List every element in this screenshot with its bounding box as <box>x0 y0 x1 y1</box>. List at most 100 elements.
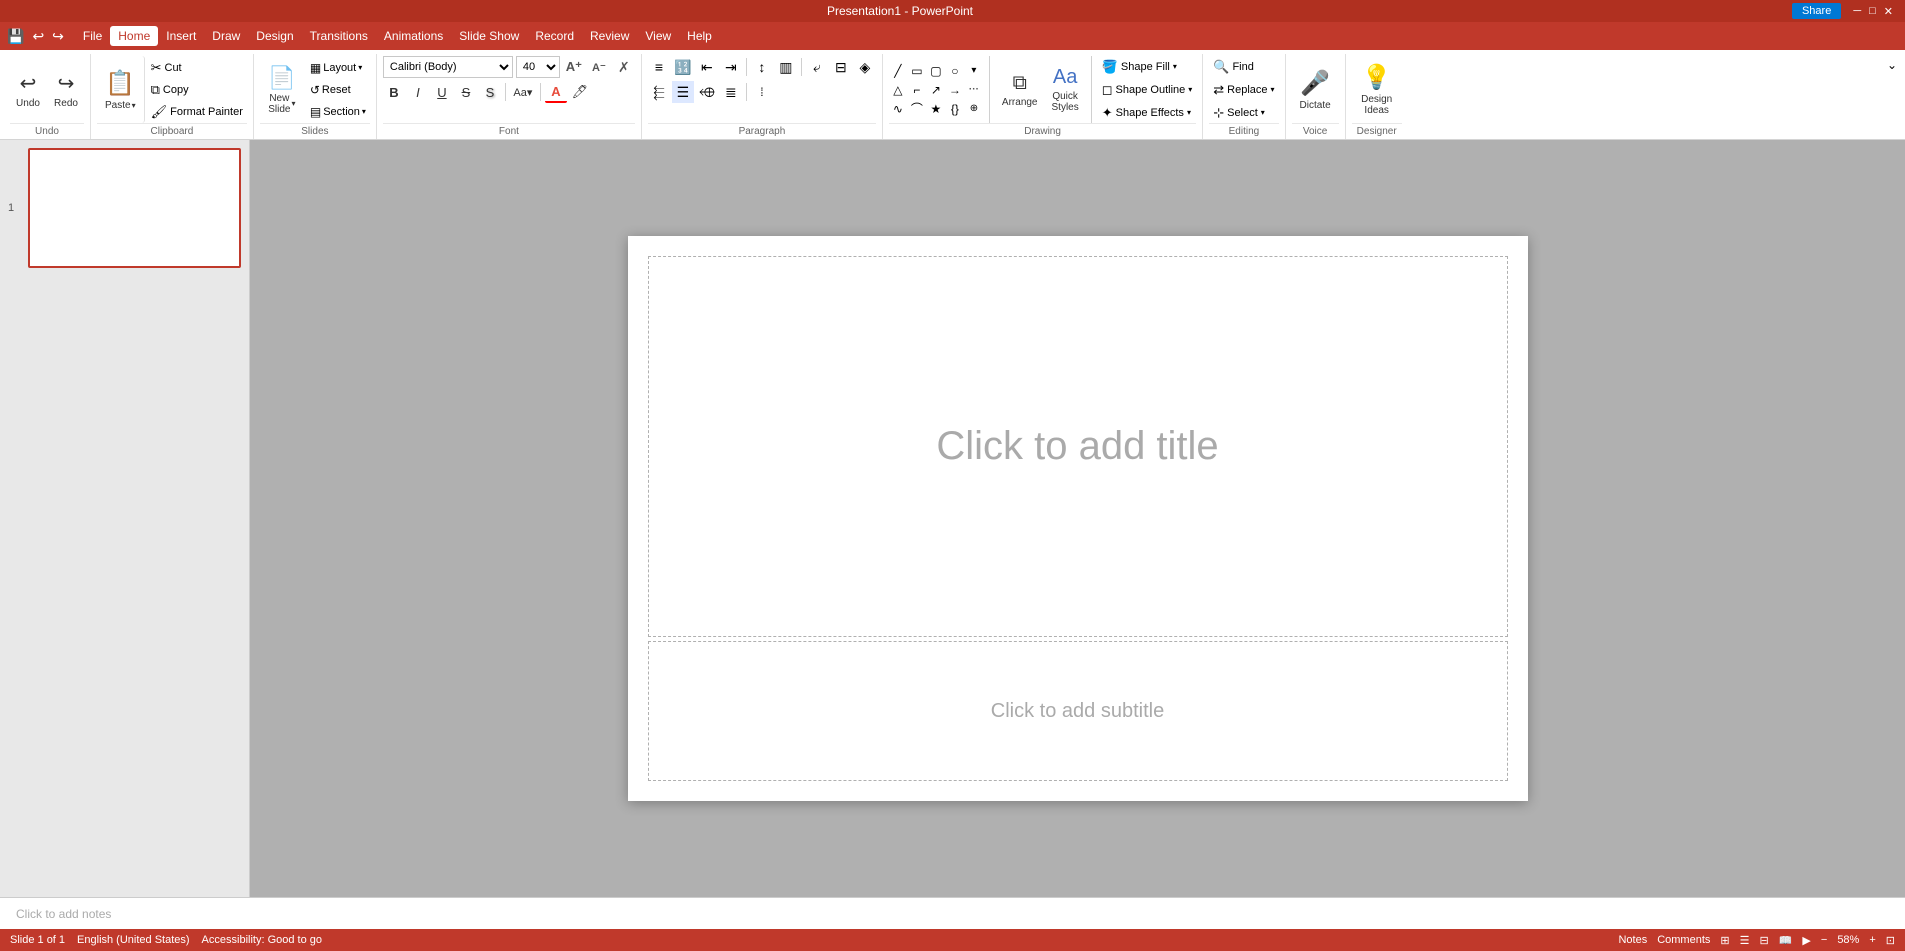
zoom-out-btn[interactable]: − <box>1821 934 1827 946</box>
reset-button[interactable]: ↺ Reset <box>306 81 370 99</box>
replace-button[interactable]: ⇄ Replace ▾ <box>1209 80 1278 100</box>
col-spacing-button[interactable]: ⁞ <box>751 81 773 103</box>
align-left-button[interactable]: ⬱ <box>648 81 670 103</box>
numbering-button[interactable]: 🔢 <box>672 56 694 78</box>
window-minimize[interactable]: ─ <box>1853 5 1861 17</box>
increase-indent-button[interactable]: ⇥ <box>720 56 742 78</box>
cut-button[interactable]: ✂ Cut <box>147 58 247 78</box>
more-shapes[interactable]: ▾ <box>965 62 983 80</box>
slideshow-icon[interactable]: ▶ <box>1802 934 1810 947</box>
rounded-rect-tool[interactable]: ▢ <box>927 62 945 80</box>
share-button[interactable]: Share <box>1792 3 1841 19</box>
menu-item-review[interactable]: Review <box>582 26 637 46</box>
undo-button[interactable]: ↩ Undo <box>10 67 46 113</box>
find-button[interactable]: 🔍 Find <box>1209 57 1278 77</box>
section-button[interactable]: ▤ Section ▾ <box>306 103 370 121</box>
callout-tool[interactable]: ⌐ <box>908 81 926 99</box>
zoom-in-btn[interactable]: + <box>1869 934 1875 946</box>
justify-button[interactable]: ≣ <box>720 81 742 103</box>
menu-item-file[interactable]: File <box>75 26 110 46</box>
shape-effects-button[interactable]: ✦ Shape Effects ▾ <box>1098 103 1197 123</box>
shape-outline-button[interactable]: ◻ Shape Outline ▾ <box>1098 80 1197 100</box>
menu-item-home[interactable]: Home <box>110 26 158 46</box>
menu-item-draw[interactable]: Draw <box>204 26 248 46</box>
more-shapes2[interactable]: ⊕ <box>965 100 983 118</box>
curve-tool[interactable]: ⌒ <box>908 100 926 118</box>
connector-tool[interactable]: ↗ <box>927 81 945 99</box>
fit-slide-btn[interactable]: ⊡ <box>1886 934 1895 947</box>
freeform-tool[interactable]: ∿ <box>889 100 907 118</box>
outline-view-icon[interactable]: ☰ <box>1740 934 1750 947</box>
decrease-indent-button[interactable]: ⇤ <box>696 56 718 78</box>
window-maximize[interactable]: □ <box>1869 5 1876 17</box>
redo-icon[interactable]: ↪ <box>49 26 67 47</box>
menu-item-record[interactable]: Record <box>527 26 582 46</box>
quick-styles-button[interactable]: Aa Quick Styles <box>1046 64 1085 115</box>
menu-item-animations[interactable]: Animations <box>376 26 451 46</box>
menu-item-transitions[interactable]: Transitions <box>302 26 376 46</box>
align-text-button[interactable]: ⊟ <box>830 56 852 78</box>
reading-view-icon[interactable]: 📖 <box>1779 934 1793 947</box>
align-center-button[interactable]: ☰ <box>672 81 694 103</box>
comments-status-btn[interactable]: Comments <box>1657 934 1710 946</box>
bold-button[interactable]: B <box>383 81 405 103</box>
new-slide-button[interactable]: 📄 New Slide ▾ <box>260 56 304 123</box>
slide-title-placeholder[interactable]: Click to add title <box>648 256 1508 637</box>
undo-icon[interactable]: ↩ <box>29 26 47 47</box>
italic-button[interactable]: I <box>407 81 429 103</box>
slide-thumbnail[interactable] <box>28 148 241 268</box>
font-size-select[interactable]: 40 <box>516 56 560 78</box>
format-painter-button[interactable]: 🖌 Format Painter <box>147 102 247 122</box>
shadow-button[interactable]: S <box>479 81 501 103</box>
smartart-button[interactable]: ◈ <box>854 56 876 78</box>
shape-more[interactable]: ··· <box>965 81 983 99</box>
new-slide-icon: 📄 <box>268 65 295 91</box>
bullets-button[interactable]: ≡ <box>648 56 670 78</box>
expand-ribbon-button[interactable]: ⌄ <box>1883 54 1901 76</box>
text-direction-button[interactable]: ⤶ <box>806 56 828 78</box>
align-right-button[interactable]: ⬲ <box>696 81 718 103</box>
slidesorter-icon[interactable]: ⊟ <box>1759 934 1768 947</box>
slide-subtitle-placeholder[interactable]: Click to add subtitle <box>648 641 1508 781</box>
menu-item-design[interactable]: Design <box>248 26 301 46</box>
cut-icon: ✂ <box>151 60 162 76</box>
font-name-select[interactable]: Calibri (Body) <box>383 56 513 78</box>
triangle-tool[interactable]: △ <box>889 81 907 99</box>
select-button[interactable]: ⊹ Select ▾ <box>1209 103 1278 123</box>
notes-bar[interactable]: Click to add notes <box>0 897 1905 929</box>
redo-button[interactable]: ↪ Redo <box>48 67 84 113</box>
rect-tool[interactable]: ▭ <box>908 62 926 80</box>
menu-item-insert[interactable]: Insert <box>158 26 204 46</box>
normal-view-icon[interactable]: ⊞ <box>1720 934 1729 947</box>
star-tool[interactable]: ★ <box>927 100 945 118</box>
design-ideas-button[interactable]: 💡 Design Ideas <box>1352 59 1402 120</box>
arrange-button[interactable]: ⧉ Arrange <box>996 70 1044 110</box>
arrow-tool[interactable]: → <box>946 81 964 99</box>
menu-item-help[interactable]: Help <box>679 26 720 46</box>
menu-item-view[interactable]: View <box>637 26 679 46</box>
layout-button[interactable]: ▦ Layout ▾ <box>306 59 370 77</box>
oval-tool[interactable]: ○ <box>946 62 964 80</box>
shape-fill-button[interactable]: 🪣 Shape Fill ▾ <box>1098 57 1197 77</box>
clear-format-button[interactable]: ✗ <box>613 56 635 78</box>
underline-button[interactable]: U <box>431 81 453 103</box>
decrease-font-button[interactable]: A⁻ <box>588 56 610 78</box>
line-spacing-button[interactable]: ↕ <box>751 56 773 78</box>
menu-item-slideshow[interactable]: Slide Show <box>451 26 527 46</box>
change-case-button[interactable]: Aa▾ <box>510 81 536 103</box>
save-icon[interactable]: 💾 <box>4 26 27 47</box>
copy-button[interactable]: ⧉ Copy <box>147 80 247 100</box>
slide-canvas[interactable]: Click to add title Click to add subtitle <box>628 236 1528 801</box>
window-close[interactable]: ✕ <box>1884 5 1893 18</box>
bracket-tool[interactable]: {} <box>946 100 964 118</box>
reset-icon: ↺ <box>310 83 320 97</box>
paste-button[interactable]: 📋 Paste ▾ <box>97 56 145 123</box>
strikethrough-button[interactable]: S <box>455 81 477 103</box>
notes-status-btn[interactable]: Notes <box>1618 934 1647 946</box>
columns-button[interactable]: ▥ <box>775 56 797 78</box>
line-tool[interactable]: ╱ <box>889 62 907 80</box>
dictate-button[interactable]: 🎤 Dictate <box>1292 65 1339 115</box>
highlight-button[interactable]: 🖊 <box>569 81 591 103</box>
font-color-button[interactable]: A <box>545 81 567 103</box>
increase-font-button[interactable]: A⁺ <box>563 56 585 78</box>
